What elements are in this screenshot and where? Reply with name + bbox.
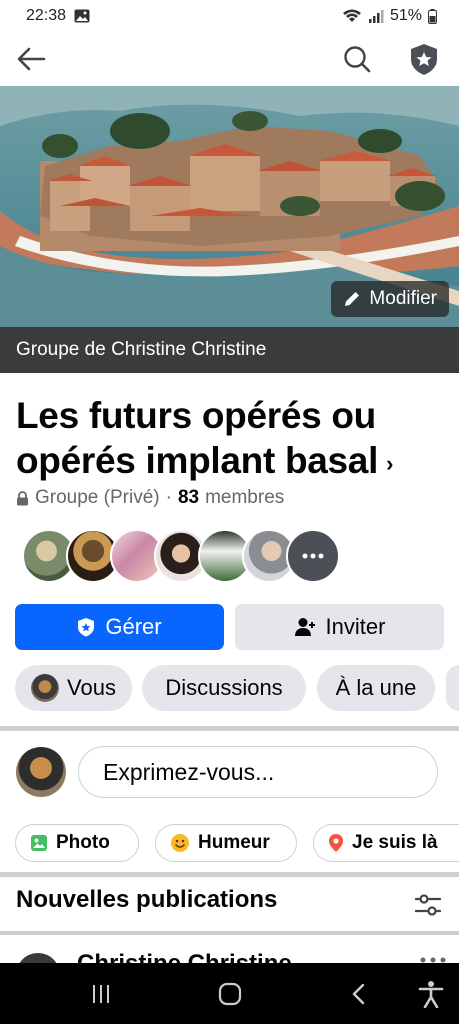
battery-icon bbox=[428, 8, 437, 24]
group-privacy: Groupe (Privé) bbox=[35, 487, 160, 508]
location-pin-icon bbox=[329, 834, 343, 852]
members-label: membres bbox=[205, 487, 285, 508]
invite-label: Inviter bbox=[325, 614, 386, 639]
new-posts-title: Nouvelles publications bbox=[16, 886, 278, 913]
back-arrow-icon[interactable] bbox=[14, 42, 48, 76]
wifi-icon bbox=[342, 9, 361, 22]
home-icon[interactable] bbox=[218, 982, 242, 1006]
mood-label: Humeur bbox=[198, 832, 270, 853]
checkin-label: Je suis là bbox=[352, 832, 438, 853]
composer-placeholder: Exprimez-vous... bbox=[103, 758, 275, 785]
gallery-notification-icon bbox=[74, 9, 90, 23]
edit-cover-button[interactable]: Modifier bbox=[331, 281, 449, 317]
section-divider bbox=[0, 872, 459, 877]
tab-next-partial[interactable] bbox=[446, 665, 459, 711]
checkin-button[interactable]: Je suis là bbox=[313, 824, 459, 862]
recent-apps-icon[interactable] bbox=[90, 983, 112, 1005]
composer-avatar[interactable] bbox=[16, 747, 66, 797]
lock-icon bbox=[17, 490, 28, 505]
group-owner-label: Groupe de Christine Christine bbox=[16, 339, 267, 360]
status-bar: 22:38 51% bbox=[0, 0, 459, 32]
meta-separator: · bbox=[165, 487, 172, 508]
more-members-button[interactable] bbox=[286, 529, 340, 583]
tab-you-label: Vous bbox=[67, 675, 116, 700]
chevron-right-icon: › bbox=[386, 450, 394, 476]
admin-shield-icon[interactable] bbox=[405, 40, 443, 78]
accessibility-icon[interactable] bbox=[418, 980, 444, 1008]
cover-photo[interactable]: Modifier bbox=[0, 86, 459, 327]
tab-discussions[interactable]: Discussions bbox=[142, 665, 306, 711]
tab-featured-label: À la une bbox=[335, 675, 417, 700]
more-dots-icon bbox=[302, 553, 324, 559]
manage-button[interactable]: Gérer bbox=[15, 604, 224, 650]
user-avatar-small bbox=[31, 674, 60, 702]
group-title: Les futurs opérés ou opérés implant basa… bbox=[16, 395, 379, 481]
group-owner-bar[interactable]: Groupe de Christine Christine bbox=[0, 327, 459, 373]
manage-label: Gérer bbox=[105, 614, 162, 639]
member-count: 83 bbox=[177, 487, 200, 508]
shield-icon bbox=[78, 618, 95, 637]
top-app-bar bbox=[0, 32, 459, 86]
pencil-icon bbox=[345, 292, 360, 306]
tab-featured[interactable]: À la une bbox=[317, 665, 435, 711]
signal-icon bbox=[368, 10, 384, 23]
section-divider bbox=[0, 931, 459, 935]
tab-you[interactable]: Vous bbox=[15, 665, 132, 711]
filter-sliders-icon[interactable] bbox=[414, 893, 442, 917]
system-navigation-bar bbox=[0, 963, 459, 1024]
invite-button[interactable]: Inviter bbox=[235, 604, 444, 650]
add-person-icon bbox=[294, 618, 315, 636]
photo-button[interactable]: Photo bbox=[15, 824, 139, 862]
edit-cover-label: Modifier bbox=[369, 288, 437, 309]
clock: 22:38 bbox=[26, 7, 67, 24]
photo-label: Photo bbox=[56, 832, 110, 853]
mood-button[interactable]: Humeur bbox=[155, 824, 297, 862]
smiley-icon bbox=[171, 834, 189, 852]
tab-discussions-label: Discussions bbox=[165, 675, 283, 700]
battery-percent: 51% bbox=[389, 7, 422, 24]
group-meta: Groupe (Privé) · 83 membres bbox=[16, 487, 284, 509]
section-divider bbox=[0, 726, 459, 731]
back-nav-icon[interactable] bbox=[348, 982, 370, 1006]
composer-input[interactable]: Exprimez-vous... bbox=[78, 746, 438, 798]
search-icon[interactable] bbox=[340, 42, 374, 76]
photo-icon bbox=[31, 835, 47, 851]
post-author-name[interactable]: Christine Christine bbox=[77, 950, 292, 963]
group-title-block[interactable]: Les futurs opérés ou opérés implant basa… bbox=[16, 393, 446, 486]
